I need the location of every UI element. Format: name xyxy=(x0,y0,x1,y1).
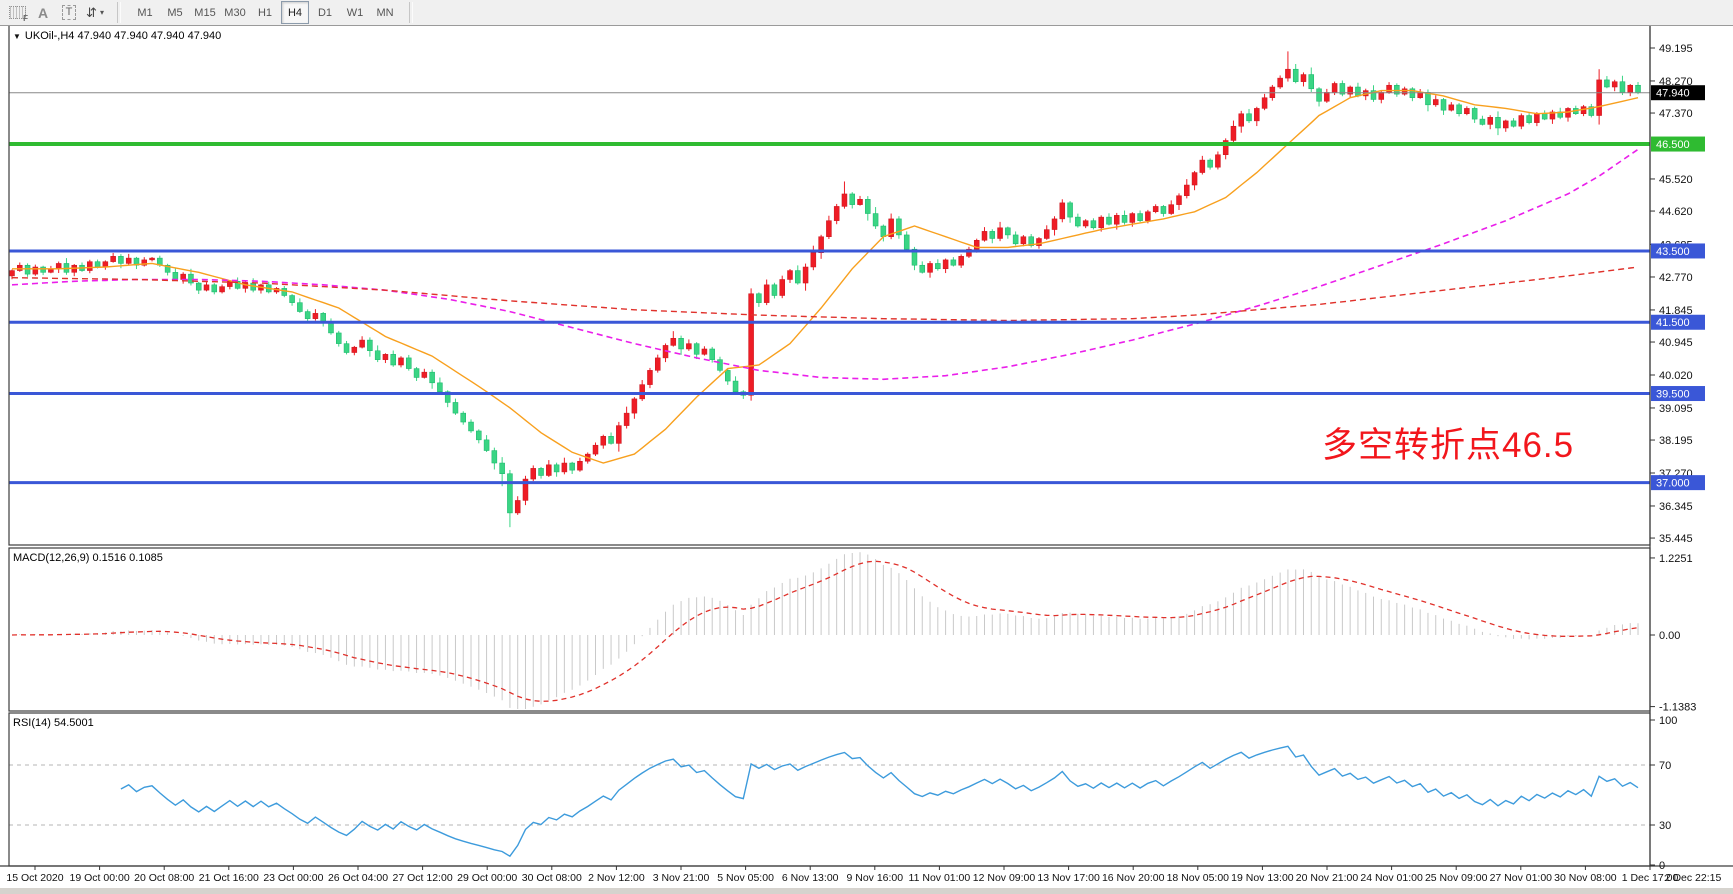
time-axis-label: 19 Nov 13:00 xyxy=(1231,872,1294,884)
macd-axis-tick: 1.2251 xyxy=(1659,553,1693,565)
time-axis-label: 18 Nov 05:00 xyxy=(1167,872,1230,884)
macd-axis-tick: -1.1383 xyxy=(1659,702,1696,714)
timeframe-button-m15[interactable]: M15 xyxy=(191,1,219,24)
price-axis-tick: 38.195 xyxy=(1659,435,1693,447)
timeframe-button-m1[interactable]: M1 xyxy=(131,1,159,24)
price-tag-label: 39.500 xyxy=(1656,389,1690,401)
price-tag-label: 41.500 xyxy=(1656,317,1690,329)
time-axis-label: 16 Nov 20:00 xyxy=(1102,872,1165,884)
price-tag-label: 47.940 xyxy=(1656,88,1690,100)
time-axis-label: 20 Nov 21:00 xyxy=(1296,872,1359,884)
grid-f-label: F xyxy=(23,14,28,23)
price-axis-tick: 42.770 xyxy=(1659,272,1693,284)
time-axis-label: 30 Oct 08:00 xyxy=(522,872,582,884)
time-axis-label: 27 Oct 12:00 xyxy=(393,872,453,884)
text-box-glyph: T xyxy=(62,5,77,20)
timeframe-button-w1[interactable]: W1 xyxy=(341,1,369,24)
cycle-arrows-icon[interactable]: ⇵ ▾ xyxy=(83,2,107,23)
time-axis-label: 2 Dec 22:15 xyxy=(1665,872,1722,884)
toolbar: F A T ⇵ ▾ M1M5M15M30H1H4D1W1MN xyxy=(0,0,1733,26)
time-axis-label: 9 Nov 16:00 xyxy=(846,872,903,884)
timeframe-button-h1[interactable]: H1 xyxy=(251,1,279,24)
price-axis-tick: 39.095 xyxy=(1659,403,1693,415)
rsi-axis-tick: 0 xyxy=(1659,860,1665,872)
time-axis-label: 27 Nov 01:00 xyxy=(1490,872,1553,884)
timeframe-group: M1M5M15M30H1H4D1W1MN xyxy=(126,0,404,25)
time-axis-label: 11 Nov 01:00 xyxy=(909,872,971,884)
timeframe-button-mn[interactable]: MN xyxy=(371,1,399,24)
time-axis-label: 13 Nov 17:00 xyxy=(1037,872,1100,884)
price-axis-tick: 49.195 xyxy=(1659,43,1693,55)
timeframe-button-m30[interactable]: M30 xyxy=(221,1,249,24)
timeframe-button-m5[interactable]: M5 xyxy=(161,1,189,24)
timeframe-button-h4[interactable]: H4 xyxy=(281,1,309,24)
dropdown-caret-icon: ▾ xyxy=(100,8,104,17)
time-axis-label: 26 Oct 04:00 xyxy=(328,872,388,884)
bottom-strip xyxy=(0,888,1733,894)
price-axis-tick: 40.020 xyxy=(1659,370,1693,382)
price-axis-tick: 40.945 xyxy=(1659,337,1693,349)
rsi-axis-tick: 30 xyxy=(1659,820,1671,832)
arrows-glyph: ⇵ xyxy=(86,5,97,21)
price-axis-tick: 45.520 xyxy=(1659,174,1693,186)
time-axis-label: 5 Nov 05:00 xyxy=(717,872,774,884)
time-axis-label: 24 Nov 01:00 xyxy=(1360,872,1423,884)
time-axis-label: 25 Nov 09:00 xyxy=(1425,872,1488,884)
dotted-grid-icon[interactable]: F xyxy=(5,2,29,23)
chart-canvas[interactable]: 49.19548.27047.37045.52044.62043.68542.7… xyxy=(0,0,1733,894)
rsi-axis-tick: 100 xyxy=(1659,715,1677,727)
price-tag-label: 37.000 xyxy=(1656,478,1690,490)
time-axis-label: 29 Oct 00:00 xyxy=(457,872,517,884)
rsi-axis-tick: 70 xyxy=(1659,760,1671,772)
toolbar-icon-group: F A T ⇵ ▾ xyxy=(0,0,112,25)
price-axis-tick: 36.345 xyxy=(1659,501,1693,513)
time-axis-label: 2 Nov 12:00 xyxy=(588,872,645,884)
time-axis-label: 30 Nov 08:00 xyxy=(1554,872,1617,884)
toolbar-separator xyxy=(409,2,413,23)
price-tag-label: 46.500 xyxy=(1656,139,1690,151)
price-axis-tick: 35.445 xyxy=(1659,533,1693,545)
timeframe-button-d1[interactable]: D1 xyxy=(311,1,339,24)
time-axis-label: 20 Oct 08:00 xyxy=(134,872,194,884)
time-axis-label: 6 Nov 13:00 xyxy=(782,872,839,884)
time-axis-label: 3 Nov 21:00 xyxy=(653,872,710,884)
time-axis-label: 19 Oct 00:00 xyxy=(70,872,130,884)
macd-axis-tick: 0.00 xyxy=(1659,630,1680,642)
price-axis-tick: 47.370 xyxy=(1659,108,1693,120)
toolbar-separator xyxy=(117,2,121,23)
price-tag-label: 43.500 xyxy=(1656,246,1690,258)
time-axis-label: 21 Oct 16:00 xyxy=(199,872,259,884)
time-axis-label: 12 Nov 09:00 xyxy=(973,872,1036,884)
time-axis-label: 23 Oct 00:00 xyxy=(263,872,323,884)
text-box-icon[interactable]: T xyxy=(57,2,81,23)
text-label-icon[interactable]: A xyxy=(31,2,55,23)
price-axis-tick: 44.620 xyxy=(1659,206,1693,218)
time-axis-label: 15 Oct 2020 xyxy=(6,872,63,884)
